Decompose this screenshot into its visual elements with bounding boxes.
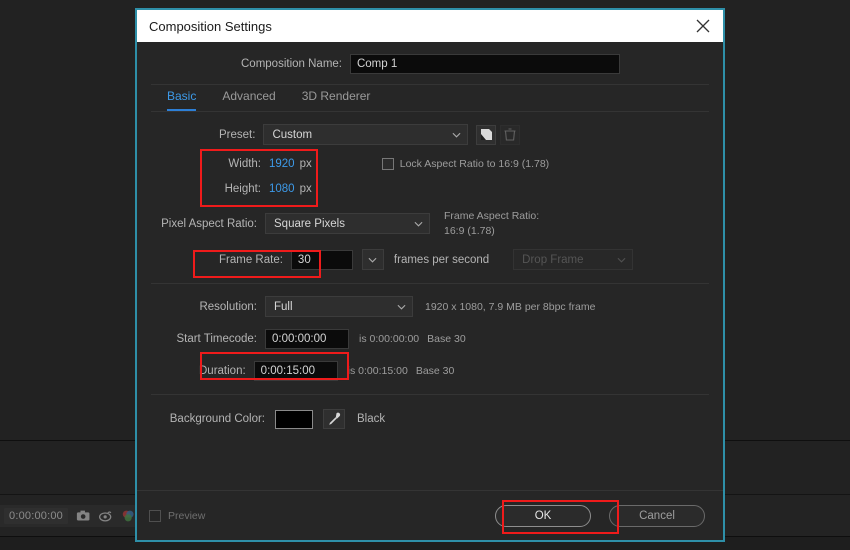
chevron-down-icon (452, 132, 461, 138)
frame-rate-input[interactable]: 30 (291, 250, 353, 270)
close-icon[interactable] (689, 13, 717, 39)
dialog-body: Composition Name: Comp 1 Basic Advanced … (137, 42, 723, 540)
chevron-down-icon (368, 257, 377, 263)
width-value[interactable]: 1920 (269, 158, 295, 170)
tab-basic[interactable]: Basic (167, 89, 196, 111)
height-label: Height: (219, 183, 261, 195)
tab-bar: Basic Advanced 3D Renderer (137, 89, 723, 111)
chevron-down-icon (414, 221, 423, 227)
resolution-info: 1920 x 1080, 7.9 MB per 8bpc frame (425, 301, 595, 313)
divider-top (151, 84, 709, 85)
divider-lower (151, 394, 709, 395)
resolution-label: Resolution: (189, 301, 257, 313)
dialog-title: Composition Settings (149, 19, 272, 34)
height-unit: px (300, 183, 312, 195)
width-row: Width: 1920 px Lock Aspect Ratio to 16:9… (137, 158, 723, 170)
background-color-label: Background Color: (157, 413, 265, 425)
frame-aspect-ratio-label: Frame Aspect Ratio: (444, 210, 539, 222)
timeline-toolbar: 0:00:00:00 (0, 505, 135, 527)
lock-aspect-ratio-label: Lock Aspect Ratio to 16:9 (1.78) (400, 158, 549, 170)
composition-settings-dialog: Composition Settings Composition Name: C… (135, 8, 725, 542)
cancel-button[interactable]: Cancel (609, 505, 705, 527)
duration-label: Duration: (199, 365, 246, 377)
frame-aspect-ratio-value: 16:9 (1.78) (444, 225, 539, 237)
trash-icon[interactable] (500, 125, 520, 145)
preview-label: Preview (168, 510, 205, 522)
resolution-row: Resolution: Full 1920 x 1080, 7.9 MB per… (137, 296, 723, 317)
tab-advanced[interactable]: Advanced (222, 89, 275, 111)
pixel-aspect-ratio-label: Pixel Aspect Ratio: (157, 218, 257, 230)
chevron-down-icon (397, 304, 406, 310)
duration-row: Duration: 0:00:15:00 is 0:00:15:00 Base … (137, 361, 723, 381)
pixel-aspect-ratio-row: Pixel Aspect Ratio: Square Pixels Frame … (137, 210, 723, 237)
divider-middle (151, 283, 709, 284)
drop-frame-value: Drop Frame (522, 254, 583, 266)
duration-input[interactable]: 0:00:15:00 (254, 361, 338, 381)
divider-tabs (151, 111, 709, 112)
preview-checkbox[interactable] (149, 510, 161, 522)
composition-name-row: Composition Name: Comp 1 (137, 42, 723, 84)
background-color-row: Background Color: Black (137, 409, 723, 429)
camera-icon[interactable] (76, 508, 90, 524)
pixel-aspect-ratio-dropdown[interactable]: Square Pixels (265, 213, 430, 234)
eyedropper-icon[interactable] (323, 409, 345, 429)
pixel-aspect-ratio-value: Square Pixels (274, 218, 345, 230)
duration-base: Base 30 (416, 365, 455, 377)
resolution-value: Full (274, 301, 293, 313)
start-timecode-label: Start Timecode: (157, 333, 257, 345)
preset-row: Preset: Custom (137, 124, 723, 145)
background-color-swatch[interactable] (275, 410, 313, 429)
background-color-name: Black (357, 413, 385, 425)
frame-rate-dropdown[interactable] (362, 249, 384, 270)
save-preset-icon[interactable] (476, 125, 496, 145)
tab-3d-renderer[interactable]: 3D Renderer (302, 89, 371, 111)
ok-button[interactable]: OK (495, 505, 591, 527)
frame-rate-label: Frame Rate: (219, 254, 283, 266)
dialog-titlebar: Composition Settings (137, 10, 723, 42)
frame-rate-row: Frame Rate: 30 frames per second Drop Fr… (137, 249, 723, 270)
timeline-timecode[interactable]: 0:00:00:00 (4, 508, 68, 524)
screen: 0:00:00:00 Composition Settings (0, 0, 850, 550)
chevron-down-icon (617, 257, 626, 263)
composition-name-input[interactable]: Comp 1 (350, 54, 620, 74)
height-row: Height: 1080 px (137, 183, 723, 195)
preset-value: Custom (272, 129, 312, 141)
height-value[interactable]: 1080 (269, 183, 295, 195)
dialog-footer: Preview OK Cancel (137, 490, 723, 540)
start-timecode-base: Base 30 (427, 333, 466, 345)
resolution-dropdown[interactable]: Full (265, 296, 413, 317)
width-label: Width: (219, 158, 261, 170)
composition-name-label: Composition Name: (241, 58, 342, 70)
lock-aspect-ratio-checkbox[interactable] (382, 158, 394, 170)
frames-per-second-label: frames per second (394, 254, 489, 266)
drop-frame-dropdown[interactable]: Drop Frame (513, 249, 633, 270)
duration-info: is 0:00:15:00 (348, 365, 408, 377)
start-timecode-input[interactable]: 0:00:00:00 (265, 329, 349, 349)
snapshot-view-icon[interactable] (98, 508, 112, 524)
start-timecode-row: Start Timecode: 0:00:00:00 is 0:00:00:00… (137, 329, 723, 349)
channels-icon[interactable] (121, 508, 135, 524)
preset-dropdown[interactable]: Custom (263, 124, 468, 145)
start-timecode-info: is 0:00:00:00 (359, 333, 419, 345)
frame-aspect-ratio-group: Frame Aspect Ratio: 16:9 (1.78) (444, 210, 539, 237)
preset-label: Preset: (219, 129, 255, 141)
width-unit: px (300, 158, 312, 170)
